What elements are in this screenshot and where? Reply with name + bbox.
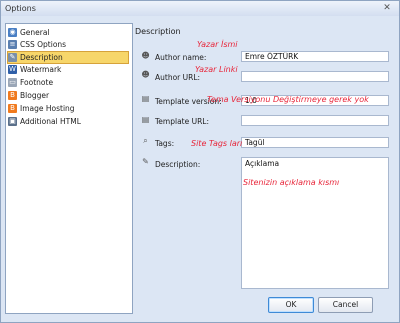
template-version-icon: ▤ — [141, 94, 150, 103]
nav-label: Description — [20, 53, 63, 62]
panel-heading: Description — [135, 27, 181, 36]
nav-item-general[interactable]: ◉ General — [8, 27, 128, 38]
annotation-author-url: Yazar Linki — [195, 65, 238, 74]
author-url-field[interactable] — [241, 71, 389, 82]
description-icon: ✎ — [8, 53, 17, 62]
author-url-label: Author URL: — [155, 73, 201, 82]
options-nav: ◉ General ≡ CSS Options ✎ Description W … — [5, 23, 133, 314]
nav-label: Additional HTML — [20, 117, 81, 126]
user-icon: ☻ — [141, 51, 150, 60]
nav-item-footnote[interactable]: ▭ Footnote — [8, 77, 128, 88]
html-icon: ▣ — [8, 117, 17, 126]
template-url-label: Template URL: — [155, 117, 210, 126]
nav-label: Watermark — [20, 65, 62, 74]
nav-label: Blogger — [20, 91, 50, 100]
close-button[interactable]: ✕ — [382, 3, 392, 13]
blogger-icon: B — [8, 91, 17, 100]
nav-label: Image Hosting — [20, 104, 75, 113]
footnote-icon: ▭ — [8, 78, 17, 87]
nav-item-description[interactable]: ✎ Description — [7, 51, 129, 64]
annotation-description: Sitenizin açıklama kısmı — [243, 178, 340, 187]
nav-item-watermark[interactable]: W Watermark — [8, 64, 128, 75]
description-panel: Description ☻ Author name: ☻ Author URL:… — [135, 23, 393, 289]
nav-item-image-hosting[interactable]: B Image Hosting — [8, 103, 128, 114]
nav-item-css-options[interactable]: ≡ CSS Options — [8, 39, 128, 50]
template-url-field[interactable] — [241, 115, 389, 126]
nav-label: CSS Options — [20, 40, 67, 49]
title-bar: Options ✕ — [1, 1, 399, 16]
watermark-icon: W — [8, 65, 17, 74]
annotation-template-version: Tema Versiyonu Değiştirmeye gerek yok — [207, 95, 369, 104]
template-url-icon: ▤ — [141, 115, 150, 124]
annotation-tags: Site Tags ları — [191, 139, 243, 148]
css-icon: ≡ — [8, 40, 17, 49]
tags-label: Tags: — [155, 139, 175, 148]
tag-icon: ⌕ — [143, 136, 148, 145]
nav-label: General — [20, 28, 50, 37]
description-textarea[interactable]: Açıklama — [241, 157, 389, 289]
user-link-icon: ☻ — [141, 70, 150, 79]
annotation-author-name: Yazar İsmi — [197, 40, 238, 49]
ok-button[interactable]: OK — [268, 297, 314, 313]
tags-field[interactable] — [241, 137, 389, 148]
general-icon: ◉ — [8, 28, 17, 37]
nav-item-blogger[interactable]: B Blogger — [8, 90, 128, 101]
window-title: Options — [5, 4, 36, 13]
author-name-label: Author name: — [155, 53, 207, 62]
author-name-field[interactable] — [241, 51, 389, 62]
cancel-button[interactable]: Cancel — [318, 297, 373, 313]
nav-item-additional-html[interactable]: ▣ Additional HTML — [8, 116, 128, 127]
description-field-icon: ✎ — [142, 157, 149, 166]
options-dialog: Options ✕ ◉ General ≡ CSS Options ✎ Desc… — [0, 0, 400, 323]
image-hosting-icon: B — [8, 104, 17, 113]
description-label: Description: — [155, 160, 201, 169]
nav-label: Footnote — [20, 78, 54, 87]
